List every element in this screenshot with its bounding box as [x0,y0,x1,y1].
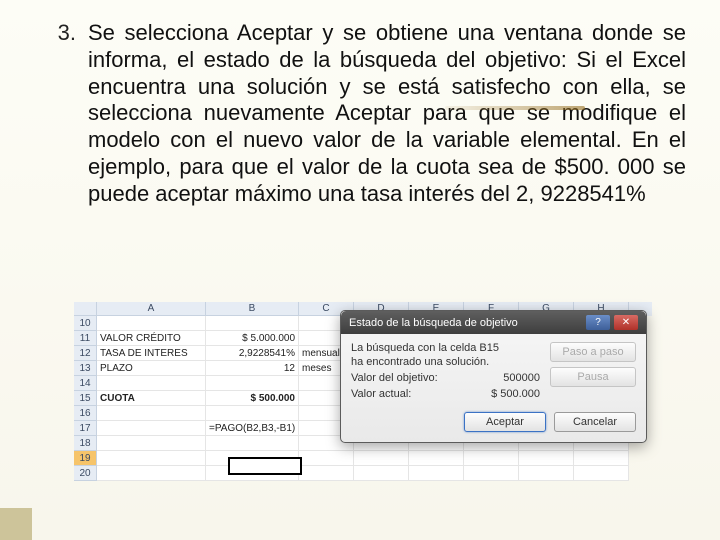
cell: 12 [206,361,299,376]
table-row: 20 [74,466,652,481]
step-button: Paso a paso [550,342,636,362]
cell [97,421,206,436]
cell [97,316,206,331]
row-number: 17 [74,421,97,436]
current-label: Valor actual: [351,388,411,400]
decorative-underline [445,106,585,110]
row-number: 15 [74,391,97,406]
cell [354,451,409,466]
cell [409,466,464,481]
cell [574,451,629,466]
cell [464,451,519,466]
cancel-button[interactable]: Cancelar [554,412,636,432]
row-number: 19 [74,451,97,466]
cell: VALOR CRÉDITO [97,331,206,346]
cell [97,451,206,466]
col-header-b: B [206,302,299,316]
cell [299,451,354,466]
pause-button: Pausa [550,367,636,387]
row-number: 13 [74,361,97,376]
cell [206,376,299,391]
list-number: 3. [34,20,88,46]
cell: $ 500.000 [206,391,299,406]
cell [574,466,629,481]
cell [354,466,409,481]
cell: =PAGO(B2,B3,-B1) [206,421,299,436]
cell [206,316,299,331]
cell [97,436,206,451]
row-number: 12 [74,346,97,361]
cell [409,451,464,466]
cell: 2,9228541% [206,346,299,361]
list-paragraph: Se selecciona Aceptar y se obtiene una v… [88,20,686,208]
row-number: 10 [74,316,97,331]
cell [206,406,299,421]
cell [519,466,574,481]
target-value: 500000 [503,372,540,384]
cell: $ 5.000.000 [206,331,299,346]
goal-seek-dialog: Estado de la búsqueda de objetivo ? ✕ La… [340,310,647,443]
row-number: 11 [74,331,97,346]
cell [206,436,299,451]
decorative-corner [0,508,32,540]
cell [299,466,354,481]
target-label: Valor del objetivo: [351,372,438,384]
cell [97,406,206,421]
dialog-message-line1: La búsqueda con la celda B15 [351,342,540,354]
help-icon[interactable]: ? [586,315,610,330]
cell: PLAZO [97,361,206,376]
row-number: 20 [74,466,97,481]
row-number: 18 [74,436,97,451]
col-header-a: A [97,302,206,316]
cell [464,466,519,481]
current-value: $ 500.000 [491,388,540,400]
accept-button[interactable]: Aceptar [464,412,546,432]
dialog-titlebar: Estado de la búsqueda de objetivo ? ✕ [341,311,646,334]
table-row: 19 [74,451,652,466]
cell: CUOTA [97,391,206,406]
close-icon[interactable]: ✕ [614,315,638,330]
row-number: 16 [74,406,97,421]
cell [97,376,206,391]
cell [519,451,574,466]
row-number: 14 [74,376,97,391]
dialog-message-line2: ha encontrado una solución. [351,356,540,368]
cell [97,466,206,481]
selection-box [228,457,302,475]
cell: TASA DE INTERES [97,346,206,361]
dialog-title: Estado de la búsqueda de objetivo [349,317,518,329]
